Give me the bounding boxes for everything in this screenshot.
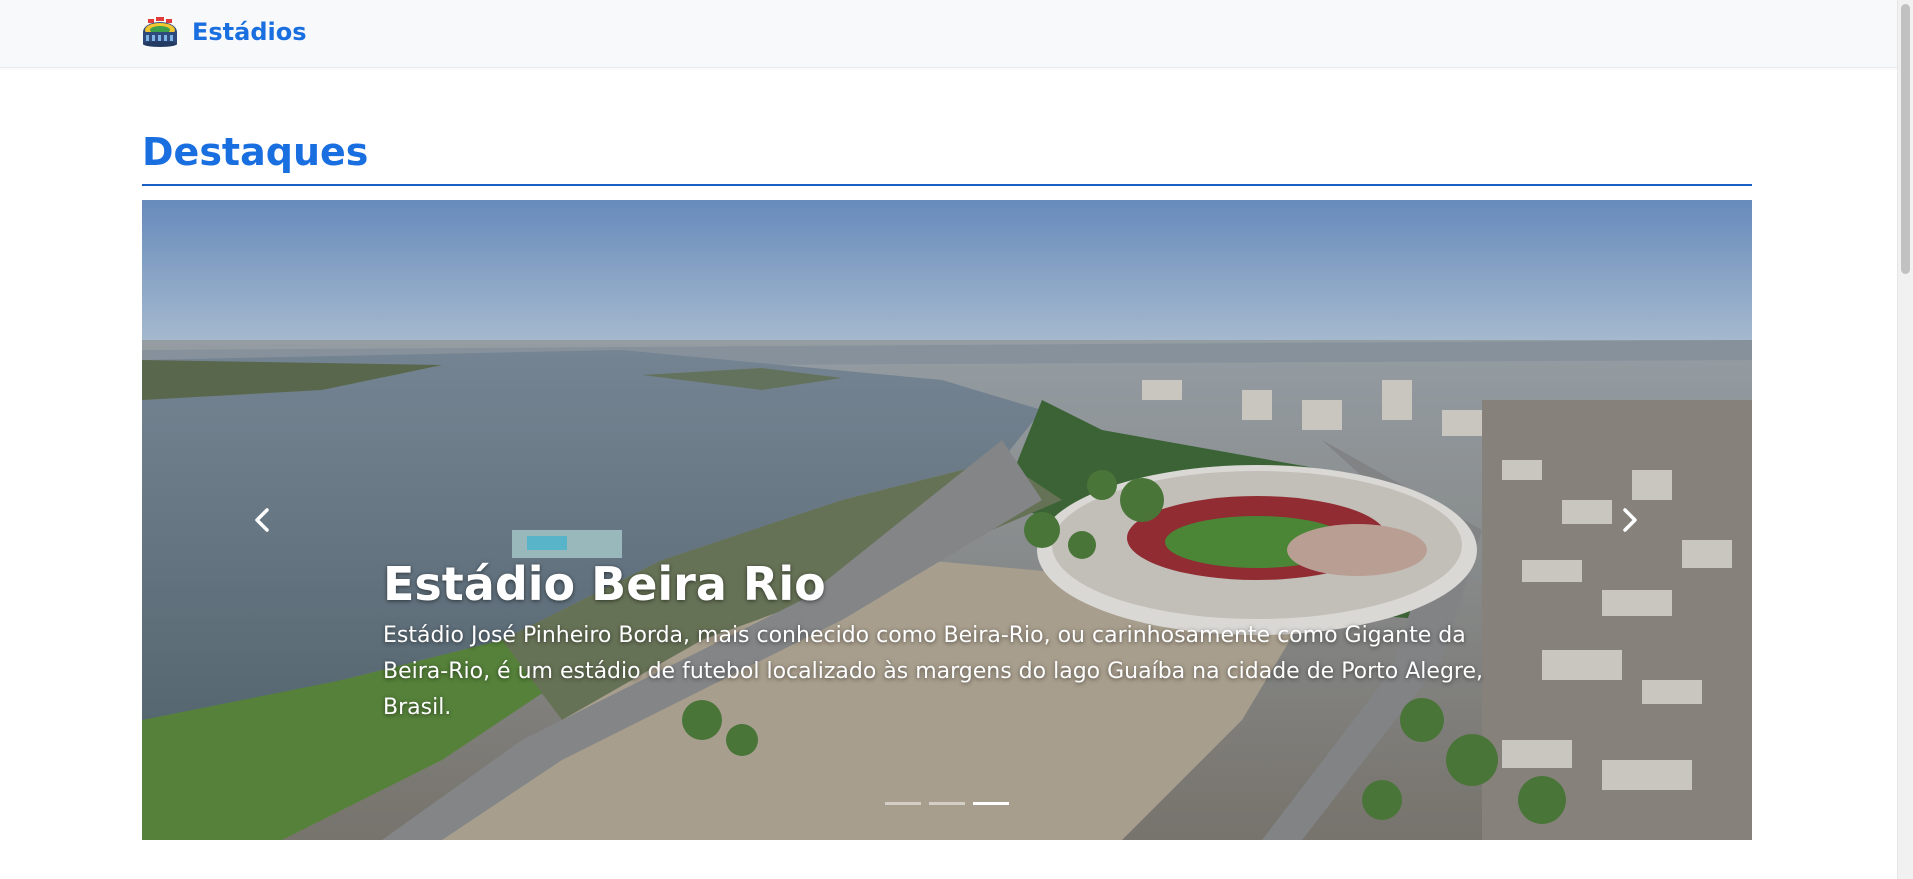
slide-title: Estádio Beira Rio xyxy=(383,557,826,611)
carousel-caption: Estádio Beira Rio Estádio José Pinheiro … xyxy=(383,556,1513,726)
page-scrollbar[interactable] xyxy=(1897,0,1913,879)
brand-name: Estádios xyxy=(192,18,307,46)
carousel-prev-button[interactable] xyxy=(242,500,282,540)
carousel-next-button[interactable] xyxy=(1610,500,1650,540)
section-divider xyxy=(142,184,1752,186)
scrollbar-thumb[interactable] xyxy=(1901,4,1910,274)
navbar: Estádios xyxy=(0,0,1897,68)
aerial-stadium-photo xyxy=(142,200,1752,840)
section-title: Destaques xyxy=(142,130,369,174)
carousel-indicators xyxy=(142,802,1752,805)
carousel-indicator-3[interactable] xyxy=(973,802,1009,805)
chevron-left-icon xyxy=(255,508,269,532)
carousel-indicator-2[interactable] xyxy=(929,802,965,805)
stadium-icon xyxy=(143,17,177,47)
highlights-carousel[interactable]: Estádio Beira Rio Estádio José Pinheiro … xyxy=(142,200,1752,840)
carousel-indicator-1[interactable] xyxy=(885,802,921,805)
brand-link[interactable]: Estádios xyxy=(142,16,307,48)
chevron-right-icon xyxy=(1623,508,1637,532)
slide-description: Estádio José Pinheiro Borda, mais conhec… xyxy=(383,623,1484,720)
